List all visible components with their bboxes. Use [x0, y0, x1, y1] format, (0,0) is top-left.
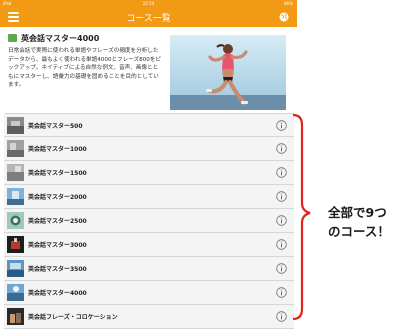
- course-label: 英会話マスター3000: [28, 242, 87, 249]
- book-icon: [8, 34, 17, 42]
- annotation-line-1: 全部で9つ: [328, 205, 387, 220]
- course-row[interactable]: 英会話マスター3500: [4, 257, 294, 281]
- course-label: 英会話マスター1500: [28, 170, 87, 177]
- intro-description: 日常会話で実際に使われる単語やフレーズの頻度を分析したデータから、最もよく使われ…: [8, 48, 162, 89]
- course-label: 英会話マスター1000: [28, 146, 87, 153]
- course-thumbnail: [7, 117, 24, 134]
- globe-icon[interactable]: [279, 12, 289, 22]
- course-row[interactable]: 英会話マスター2000: [4, 185, 294, 209]
- info-icon[interactable]: [276, 263, 287, 274]
- course-count-annotation: 全部で9つ のコース！: [328, 203, 398, 241]
- course-thumbnail: [7, 140, 24, 157]
- course-row[interactable]: 英会話マスター4000: [4, 281, 294, 305]
- app-screen: iPad 22:54 86% コース一覧 英会話マスター4000 日常会話で実際…: [0, 0, 297, 329]
- course-list: 英会話マスター500 英会話マスター1000 英会話マスター1500 英会話マス…: [4, 113, 294, 329]
- course-row[interactable]: 英会話マスター500: [4, 113, 294, 137]
- course-label: 英会話マスター4000: [28, 290, 87, 297]
- info-icon[interactable]: [276, 311, 287, 322]
- page-title: コース一覧: [126, 14, 171, 24]
- runner-photo: [170, 35, 286, 110]
- course-label: 英会話マスター500: [28, 123, 83, 130]
- course-label: 英会話マスター2500: [28, 218, 87, 225]
- info-icon[interactable]: [276, 120, 287, 131]
- annotation-line-2: のコース！: [328, 224, 390, 239]
- red-bracket: [293, 113, 311, 321]
- status-bar: iPad 22:54 86%: [0, 0, 297, 7]
- course-label: 英会話マスター3500: [28, 266, 87, 273]
- status-time: 22:54: [142, 1, 155, 6]
- course-row[interactable]: 英会話マスター2500: [4, 209, 294, 233]
- info-icon[interactable]: [276, 287, 287, 298]
- course-row[interactable]: 英会話マスター1000: [4, 137, 294, 161]
- course-intro: 英会話マスター4000 日常会話で実際に使われる単語やフレーズの頻度を分析したデ…: [0, 27, 297, 112]
- course-thumbnail: [7, 260, 24, 277]
- course-row[interactable]: 英会話マスター1500: [4, 161, 294, 185]
- course-thumbnail: [7, 308, 24, 325]
- course-thumbnail: [7, 164, 24, 181]
- course-thumbnail: [7, 236, 24, 253]
- course-thumbnail: [7, 212, 24, 229]
- course-label: 英会話フレーズ・コロケーション: [28, 314, 118, 321]
- intro-title: 英会話マスター4000: [21, 34, 100, 43]
- course-thumbnail: [7, 188, 24, 205]
- course-row[interactable]: 英会話マスター3000: [4, 233, 294, 257]
- course-row[interactable]: 英会話フレーズ・コロケーション: [4, 305, 294, 329]
- info-icon[interactable]: [276, 143, 287, 154]
- info-icon[interactable]: [276, 191, 287, 202]
- info-icon[interactable]: [276, 239, 287, 250]
- info-icon[interactable]: [276, 215, 287, 226]
- info-icon[interactable]: [276, 167, 287, 178]
- battery-label: 86%: [284, 1, 293, 6]
- nav-bar: コース一覧: [0, 7, 297, 27]
- course-thumbnail: [7, 284, 24, 301]
- course-label: 英会話マスター2000: [28, 194, 87, 201]
